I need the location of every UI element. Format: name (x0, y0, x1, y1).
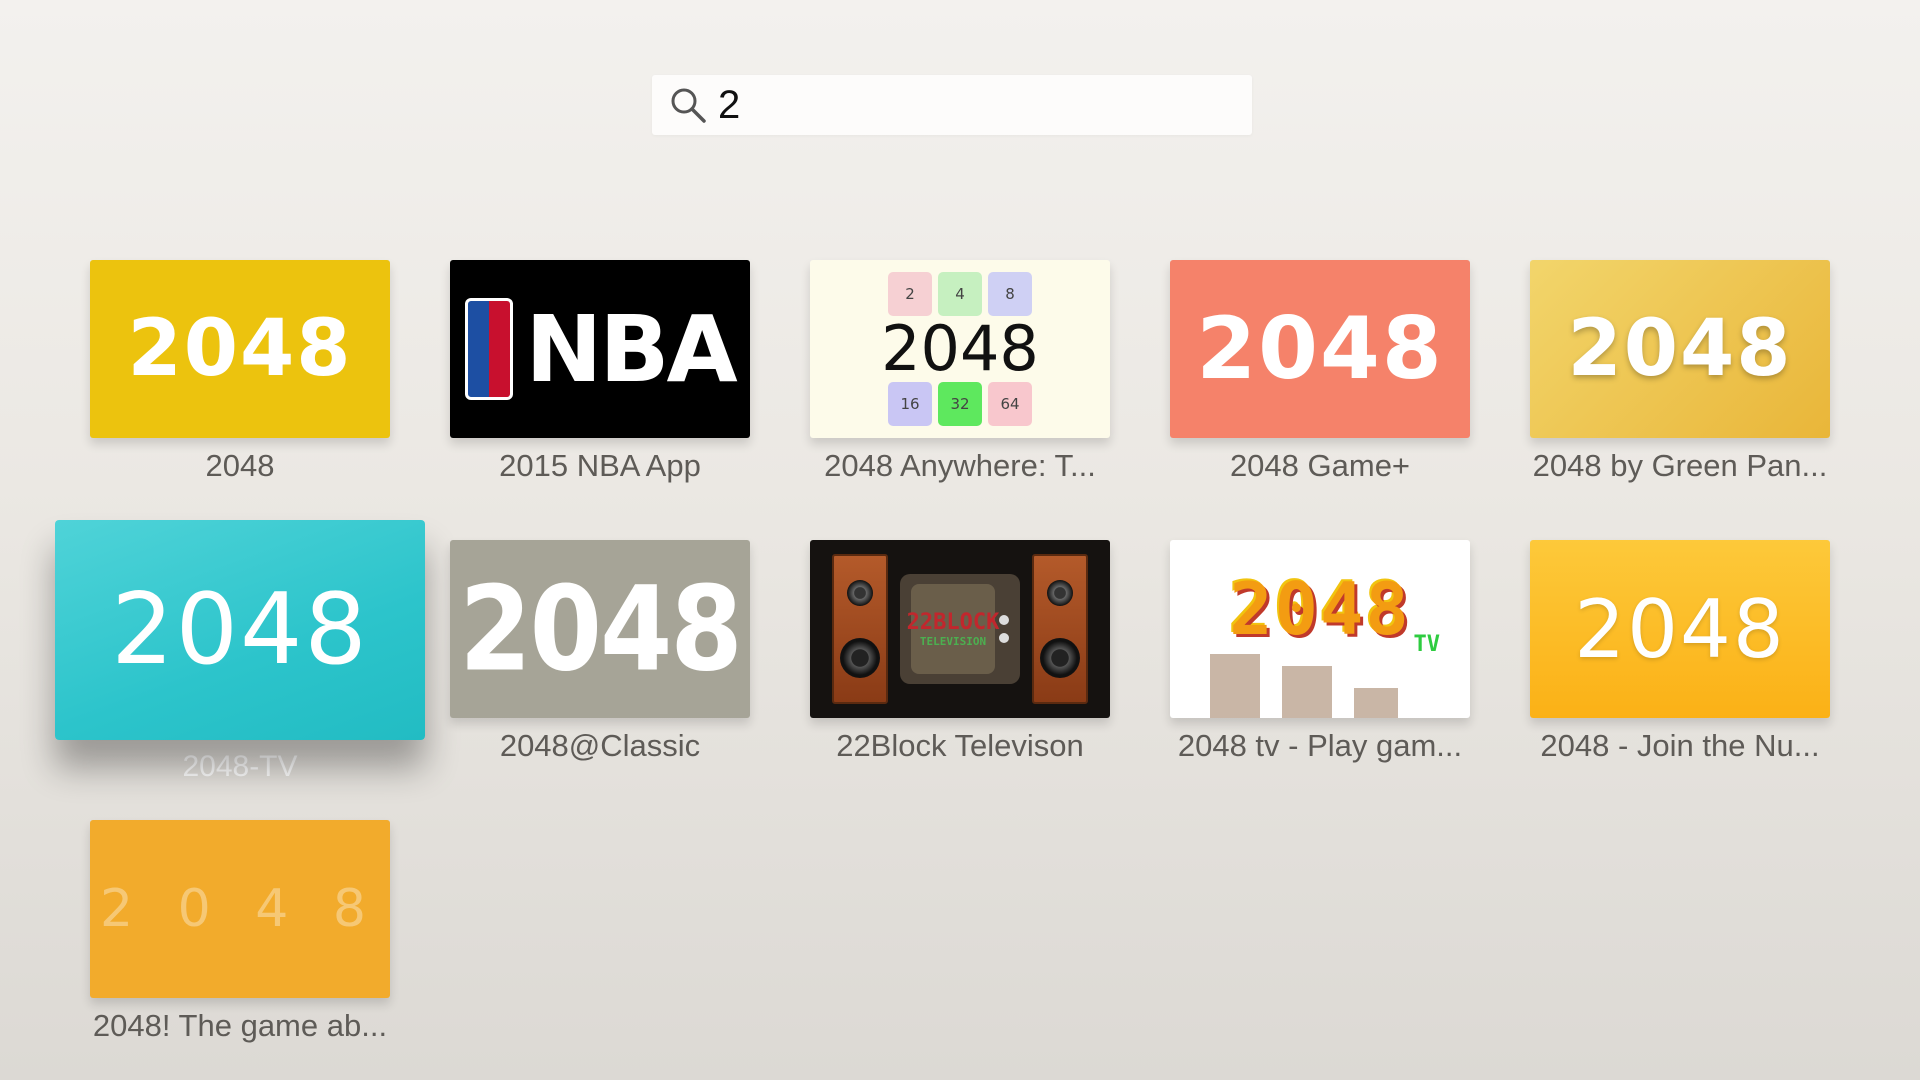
artwork-text: 22BLOCK (906, 610, 1000, 635)
app-title: 2015 NBA App (499, 448, 701, 483)
artwork-text: 2048 (1196, 299, 1444, 399)
artwork-text: NBA (525, 295, 737, 403)
television-icon: 22BLOCK TELEVISION (900, 574, 1020, 684)
nba-logo-icon (465, 298, 514, 400)
app-title: 2048! The game ab... (92, 1008, 388, 1043)
app-artwork: 2048 (55, 520, 425, 740)
app-title: 2048 (205, 448, 275, 483)
app-artwork: 2048 (450, 540, 750, 718)
app-tile-2048-tv-play-games[interactable]: 2048 TV 2048 tv - Play gam... (1170, 540, 1470, 764)
artwork-subtext: TELEVISION (919, 635, 987, 648)
app-title: 2048-TV (182, 750, 298, 783)
artwork-text: 2048 (881, 312, 1039, 385)
number-tile: 2 (888, 272, 932, 316)
app-tile-2015-nba-app[interactable]: NBA 2015 NBA App (450, 260, 750, 484)
number-tile: 4 (938, 272, 982, 316)
app-tile-2048-join-the-numbers[interactable]: 2048 2048 - Join the Nu... (1530, 540, 1830, 764)
app-title: 2048@Classic (499, 728, 701, 763)
app-title: 2048 Game+ (1229, 448, 1411, 483)
artwork-text: 2048 (1574, 582, 1786, 676)
artwork-text: 2048 (127, 304, 353, 394)
number-tile: 8 (988, 272, 1032, 316)
app-title: 2048 by Green Pan... (1532, 448, 1828, 483)
app-title: 2048 tv - Play gam... (1177, 728, 1463, 763)
app-tile-22block-televison[interactable]: 22BLOCK TELEVISION 22Block Televison (810, 540, 1110, 764)
app-artwork: NBA (450, 260, 750, 438)
app-tile-2048-tv-focused[interactable]: 2048 2048-TV (55, 520, 425, 784)
number-tiles-top: 2 4 8 (888, 272, 1032, 316)
app-title: 22Block Televison (836, 728, 1084, 763)
app-artwork: 2048 (1170, 260, 1470, 438)
search-icon (666, 83, 710, 127)
app-artwork: 2048 (1530, 260, 1830, 438)
number-tile: 16 (888, 382, 932, 426)
number-tile: 64 (988, 382, 1032, 426)
city-buildings-icon (1210, 654, 1398, 718)
app-artwork: 2048 (90, 260, 390, 438)
app-artwork: 2 0 4 8 (90, 820, 390, 998)
artwork-text: 2048 (1567, 304, 1793, 394)
artwork-text: 2 0 4 8 (100, 879, 380, 939)
artwork-text: 2048 (459, 560, 742, 698)
tv-badge: TV (1413, 632, 1441, 657)
speaker-icon (832, 554, 888, 704)
artwork-text: 2048 (1229, 567, 1411, 651)
speaker-icon (1032, 554, 1088, 704)
app-tile-2048-classic[interactable]: 2048 2048@Classic (450, 540, 750, 764)
search-bar[interactable] (652, 75, 1252, 135)
artwork-text: 2048 (111, 573, 369, 687)
app-tile-2048-anywhere[interactable]: 2 4 8 2048 16 32 64 2048 Anywhere: T... (810, 260, 1110, 484)
number-tile: 32 (938, 382, 982, 426)
app-tile-2048-green-panda[interactable]: 2048 2048 by Green Pan... (1530, 260, 1830, 484)
app-tile-2048-the-game[interactable]: 2 0 4 8 2048! The game ab... (90, 820, 390, 1044)
app-tile-2048[interactable]: 2048 2048 (90, 260, 390, 484)
app-artwork: 2048 (1530, 540, 1830, 718)
app-artwork: 2 4 8 2048 16 32 64 (810, 260, 1110, 438)
app-artwork: 22BLOCK TELEVISION (810, 540, 1110, 718)
search-input[interactable] (718, 77, 1198, 133)
app-artwork: 2048 TV (1170, 540, 1470, 718)
number-tiles-bottom: 16 32 64 (888, 382, 1032, 426)
app-title: 2048 - Join the Nu... (1540, 728, 1820, 763)
app-title: 2048 Anywhere: T... (824, 448, 1096, 483)
app-tile-2048-game-plus[interactable]: 2048 2048 Game+ (1170, 260, 1470, 484)
